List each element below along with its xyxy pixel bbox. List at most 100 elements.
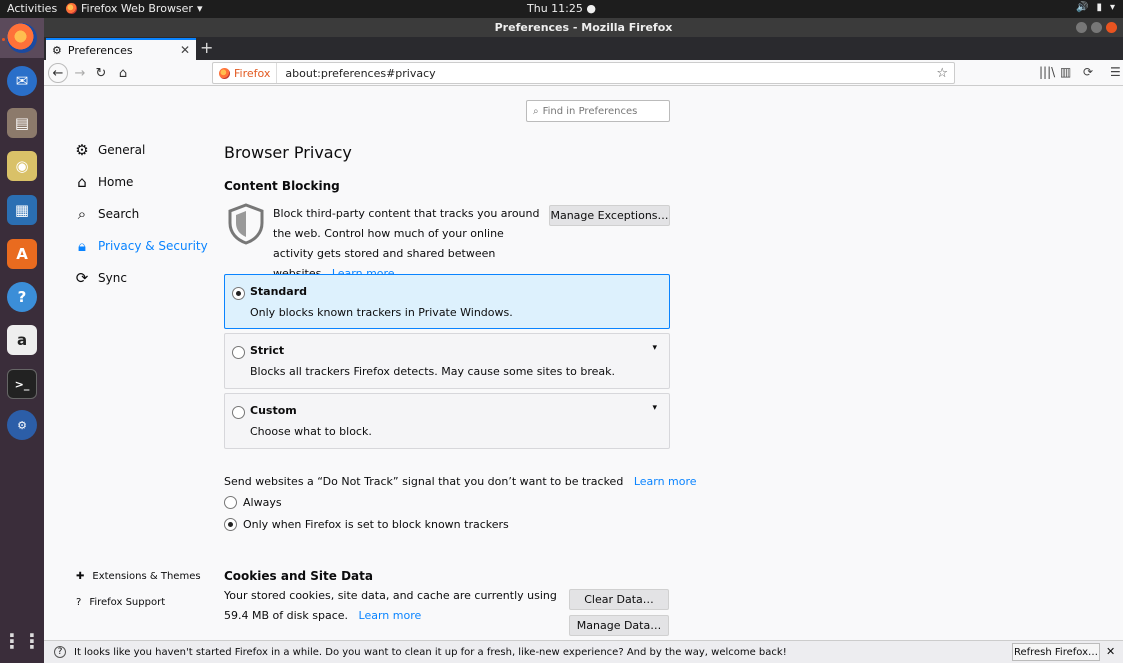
dnt-only-when-label: Only when Firefox is set to block known …: [243, 518, 509, 531]
sidebar-footer-label: Firefox Support: [89, 597, 166, 608]
sidebar-item-label: General: [98, 143, 146, 157]
sidebar-item-sync[interactable]: ⟳ Sync: [74, 269, 127, 287]
dnt-text: Send websites a “Do Not Track” signal th…: [224, 475, 624, 488]
dnt-only-when-radio[interactable]: [224, 518, 237, 531]
refresh-firefox-button[interactable]: Refresh Firefox…: [1012, 643, 1100, 661]
new-tab-button[interactable]: +: [200, 39, 213, 57]
app-menu[interactable]: Firefox Web Browser ▾: [66, 2, 203, 15]
sidebar-footer-label: Extensions & Themes: [92, 571, 201, 582]
url-text[interactable]: about:preferences#privacy: [277, 67, 435, 80]
clock[interactable]: Thu 11:25 ●: [527, 2, 596, 15]
bookmark-star-icon[interactable]: ☆: [936, 66, 954, 81]
home-button[interactable]: ⌂: [113, 63, 133, 83]
notification-message: It looks like you haven't started Firefo…: [74, 646, 787, 658]
sidebar-item-label: Home: [98, 175, 134, 189]
tab-label: Preferences: [67, 43, 133, 57]
reload-button[interactable]: ↻: [91, 63, 111, 83]
option-custom-desc: Choose what to block.: [250, 425, 372, 438]
cookies-usage-line2: 59.4 MB of disk space. Learn more: [224, 609, 421, 622]
home-icon: ⌂: [77, 173, 87, 191]
dnt-description: Send websites a “Do Not Track” signal th…: [224, 475, 697, 488]
manage-exceptions-button[interactable]: Manage Exceptions…: [549, 205, 670, 226]
sidebar-item-label: Sync: [98, 271, 127, 285]
strict-radio[interactable]: [232, 346, 245, 359]
writer-dock-icon[interactable]: ▦: [7, 195, 37, 225]
close-tab-button[interactable]: ✕: [180, 43, 190, 57]
sidebar-item-general[interactable]: ⚙ General: [74, 141, 145, 159]
running-indicator: [2, 38, 5, 41]
dnt-always-label: Always: [243, 496, 282, 509]
forward-button[interactable]: →: [70, 63, 90, 83]
help-dock-icon[interactable]: ?: [7, 282, 37, 312]
sidebar-icon[interactable]: ▥: [1060, 65, 1071, 79]
option-standard-title: Standard: [250, 285, 308, 298]
url-bar[interactable]: Firefox about:preferences#privacy ☆: [212, 62, 955, 84]
sidebar-item-home[interactable]: ⌂ Home: [74, 173, 133, 191]
activities-button[interactable]: Activities: [7, 2, 57, 15]
sidebar-extensions-themes[interactable]: ✚ Extensions & Themes: [76, 571, 201, 582]
clear-data-button[interactable]: Clear Data…: [569, 589, 669, 610]
dnt-learn-more-link[interactable]: Learn more: [634, 475, 697, 488]
minimize-button[interactable]: [1076, 22, 1087, 33]
firefox-icon: [219, 67, 230, 79]
manage-data-button[interactable]: Manage Data…: [569, 615, 669, 636]
gnome-top-bar: Activities Firefox Web Browser ▾ Thu 11:…: [0, 0, 1123, 18]
cookies-usage-line1: Your stored cookies, site data, and cach…: [224, 589, 557, 602]
cookies-learn-more-link[interactable]: Learn more: [359, 609, 422, 622]
option-standard[interactable]: Standard Only blocks known trackers in P…: [224, 274, 670, 329]
standard-radio[interactable]: [232, 287, 245, 300]
back-button[interactable]: ←: [48, 63, 68, 83]
hamburger-menu-icon[interactable]: ☰: [1110, 65, 1121, 79]
option-standard-desc: Only blocks known trackers in Private Wi…: [250, 306, 513, 319]
sidebar-item-search[interactable]: ⌕ Search: [74, 205, 139, 223]
amazon-dock-icon[interactable]: a: [7, 325, 37, 355]
shield-icon: [228, 203, 264, 245]
option-strict-desc: Blocks all trackers Firefox detects. May…: [250, 365, 615, 378]
navigation-toolbar: ← → ↻ ⌂ Firefox about:preferences#privac…: [44, 60, 1123, 86]
identity-box[interactable]: Firefox: [213, 63, 278, 83]
find-placeholder: Find in Preferences: [542, 105, 638, 117]
page-title: Browser Privacy: [224, 143, 352, 162]
chevron-down-icon[interactable]: ▾: [652, 403, 657, 413]
chevron-down-icon[interactable]: ▾: [652, 343, 657, 353]
gear-icon: ⚙: [52, 43, 62, 57]
files-dock-icon[interactable]: ▤: [7, 108, 37, 138]
window-buttons: [1076, 22, 1117, 33]
maximize-button[interactable]: [1091, 22, 1102, 33]
identity-label: Firefox: [234, 66, 271, 80]
close-window-button[interactable]: [1106, 22, 1117, 33]
lock-icon: 🔒︎: [78, 237, 86, 255]
sync-icon[interactable]: ⟳: [1083, 65, 1093, 79]
option-strict[interactable]: Strict Blocks all trackers Firefox detec…: [224, 333, 670, 389]
help-icon: ?: [54, 646, 66, 658]
window-title: Preferences - Mozilla Firefox: [494, 21, 673, 34]
software-dock-icon[interactable]: A: [7, 239, 37, 269]
close-icon[interactable]: ✕: [1106, 645, 1115, 658]
option-custom[interactable]: Custom Choose what to block. ▾: [224, 393, 670, 449]
content-blocking-description: Block third-party content that tracks yo…: [273, 204, 545, 284]
firefox-icon: [66, 3, 77, 14]
rhythmbox-dock-icon[interactable]: ◉: [7, 151, 37, 181]
terminal-dock-icon[interactable]: >_: [7, 369, 37, 399]
content-blocking-text: Block third-party content that tracks yo…: [273, 207, 540, 280]
thunderbird-dock-icon[interactable]: ✉: [7, 66, 37, 96]
option-strict-title: Strict: [250, 344, 285, 357]
tab-preferences[interactable]: ⚙ Preferences ✕: [46, 38, 196, 60]
sidebar-item-label: Privacy & Security: [98, 239, 208, 253]
help-icon: ?: [76, 597, 82, 608]
library-icon[interactable]: |||\: [1039, 65, 1055, 79]
option-custom-title: Custom: [250, 404, 297, 417]
gear-icon: ⚙: [75, 141, 89, 159]
show-apps-icon[interactable]: ⋮⋮: [2, 626, 42, 656]
dnt-always-radio[interactable]: [224, 496, 237, 509]
system-tray[interactable]: 🔊 ▮ ▾: [1076, 2, 1115, 13]
cisco-dock-icon[interactable]: ⚙: [7, 410, 37, 440]
sidebar-firefox-support[interactable]: ? Firefox Support: [76, 597, 165, 608]
find-in-preferences-input[interactable]: ⌕ Find in Preferences: [526, 100, 670, 122]
search-icon: ⌕: [533, 105, 539, 117]
custom-radio[interactable]: [232, 406, 245, 419]
puzzle-icon: ✚: [76, 571, 85, 582]
sidebar-item-privacy-security[interactable]: 🔒︎ Privacy & Security: [74, 237, 208, 255]
firefox-dock-icon[interactable]: [7, 23, 37, 53]
battery-icon: ▮: [1096, 2, 1102, 13]
